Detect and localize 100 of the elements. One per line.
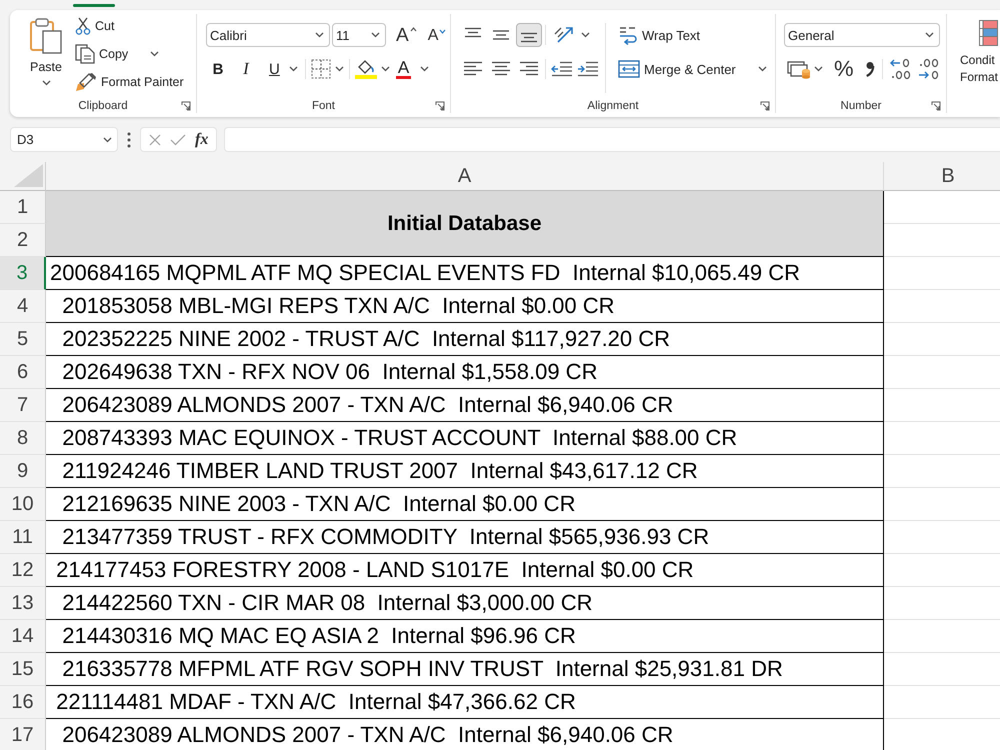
dialog-launcher-icon[interactable] — [931, 100, 941, 110]
formula-input[interactable] — [224, 127, 1000, 152]
table-cell: 206423089 ALMONDS 2007 - TXN A/C Internal $6,940.06 CR — [46, 389, 884, 422]
row-header[interactable]: 5 — [0, 323, 46, 356]
shrink-font-button[interactable]: A — [424, 23, 450, 47]
slanted-arrow-icon — [553, 25, 575, 45]
chevron-down-icon — [288, 66, 298, 72]
table-cell: 216335778 MFPML ATF RGV SOPH INV TRUST Internal $25,931.81 DR — [46, 653, 884, 686]
dialog-launcher-icon[interactable] — [760, 100, 770, 110]
outdent-icon — [551, 61, 573, 77]
table-cell: 211924246 TIMBER LAND TRUST 2007 Internal $43,617.12 CR — [46, 455, 884, 488]
wrap-arrow-icon — [618, 25, 638, 45]
row-header[interactable]: 9 — [0, 455, 46, 488]
borders-icon — [310, 59, 331, 79]
chevron-down-icon — [150, 51, 160, 57]
indent-icon — [577, 61, 599, 77]
table-cell: 202649638 TXN - RFX NOV 06 Internal $1,558.09 CR — [46, 356, 884, 389]
table-cell: 214177453 FORESTRY 2008 - LAND S1017E Internal $0.00 CR — [46, 554, 884, 587]
row-header[interactable]: 7 — [0, 389, 46, 422]
copy-button[interactable]: Copy — [71, 42, 188, 66]
group-label: Alignment — [587, 100, 639, 112]
table-cell: 200684165 MQPML ATF MQ SPECIAL EVENTS FD Internal $10,065.49 CR — [46, 257, 884, 290]
borders-button[interactable] — [308, 57, 346, 81]
group-label: Font — [312, 100, 335, 112]
paint-bucket-icon — [354, 59, 377, 79]
font-color-button[interactable]: A — [392, 57, 432, 81]
wrap-text-button[interactable]: Wrap Text — [615, 23, 704, 47]
conditional-formatting-button[interactable]: Condit Format — [960, 14, 998, 86]
chevron-down-icon — [925, 32, 934, 38]
money-icon — [787, 59, 811, 79]
increase-decimal-icon — [888, 58, 912, 80]
merged-header-cell: Initial Database — [46, 191, 884, 257]
selected-tab-indicator — [73, 4, 115, 7]
chevron-down-icon — [42, 80, 50, 86]
table-cell: 214430316 MQ MAC EQ ASIA 2 Internal $96.96 CR — [46, 620, 884, 653]
font-size-dropdown[interactable]: 11 — [332, 23, 386, 47]
chevron-down-icon — [814, 66, 823, 72]
grow-font-button[interactable]: A — [393, 23, 420, 47]
row-header[interactable]: 15 — [0, 653, 46, 686]
row-header[interactable]: 17 — [0, 719, 46, 750]
table-cell: 202352225 NINE 2002 - TRUST A/C Internal $117,927.20 CR — [46, 323, 884, 356]
align-left-icon — [463, 61, 483, 77]
row-header[interactable]: 16 — [0, 686, 46, 719]
row-header[interactable]: 14 — [0, 620, 46, 653]
brush-icon — [75, 72, 97, 92]
chevron-down-icon — [758, 66, 767, 72]
bold-button[interactable]: B — [206, 57, 230, 81]
chevron-down-icon — [581, 32, 590, 38]
name-box[interactable]: D3 — [10, 127, 118, 152]
number-format-dropdown[interactable]: General — [784, 23, 940, 47]
font-name-dropdown[interactable]: Calibri — [206, 23, 330, 47]
row-header[interactable]: 6 — [0, 356, 46, 389]
table-cell: 201853058 MBL-MGI REPS TXN A/C Internal $0.00 CR — [46, 290, 884, 323]
table-cell: 221114481 MDAF - TXN A/C Internal $47,366.62 CR — [46, 686, 884, 719]
insert-function-button[interactable]: fx — [195, 130, 208, 148]
chevron-down-icon — [334, 66, 344, 72]
table-cell: 206423089 ALMONDS 2007 - TXN A/C Internal $6,940.06 CR — [46, 719, 884, 750]
dialog-launcher-icon[interactable] — [435, 100, 445, 110]
align-bottom-button[interactable] — [516, 23, 542, 47]
align-right-icon — [519, 61, 539, 77]
group-label: Number — [840, 100, 882, 112]
table-cell: 214422560 TXN - CIR MAR 08 Internal $3,000.00 CR — [46, 587, 884, 620]
group-label: Clipboard — [78, 100, 128, 112]
scissors-icon — [75, 17, 91, 35]
table-cell: 212169635 NINE 2003 - TXN A/C Internal $0.00 CR — [46, 488, 884, 521]
chevron-down-icon — [420, 66, 430, 72]
cut-button[interactable]: Cut — [71, 14, 188, 38]
row-header[interactable]: 13 — [0, 587, 46, 620]
row-header[interactable]: 2 — [0, 224, 46, 257]
row-header[interactable]: 11 — [0, 521, 46, 554]
dialog-launcher-icon[interactable] — [181, 100, 191, 110]
check-icon[interactable] — [170, 134, 186, 146]
chevron-down-icon — [371, 32, 380, 38]
row-header[interactable]: 12 — [0, 554, 46, 587]
align-center-icon — [491, 61, 511, 77]
copy-icon — [75, 44, 95, 64]
caret-down-icon — [439, 29, 446, 34]
italic-button[interactable]: I — [234, 57, 258, 81]
chevron-down-icon — [103, 136, 112, 142]
format-painter-button[interactable]: Format Painter — [71, 70, 188, 94]
column-header[interactable]: A — [46, 162, 884, 191]
paste-button[interactable]: Paste — [26, 14, 66, 98]
more-icon — [127, 132, 131, 148]
comma-icon — [864, 61, 875, 77]
close-icon[interactable] — [148, 134, 161, 146]
row-header[interactable]: 4 — [0, 290, 46, 323]
column-header[interactable]: B — [884, 162, 1000, 191]
merge-cells-icon — [618, 60, 640, 78]
percent-button[interactable]: % — [830, 57, 858, 81]
clipboard-icon — [30, 18, 62, 54]
row-header[interactable]: 1 — [0, 191, 46, 224]
row-header[interactable]: 10 — [0, 488, 46, 521]
caret-up-icon — [410, 27, 417, 32]
chevron-down-icon — [315, 32, 324, 38]
underline-button[interactable]: U — [262, 57, 302, 81]
table-cell: 208743393 MAC EQUINOX - TRUST ACCOUNT Internal $88.00 CR — [46, 422, 884, 455]
row-header[interactable]: 8 — [0, 422, 46, 455]
merge-center-button[interactable]: Merge & Center — [615, 57, 770, 81]
row-header[interactable]: 3 — [0, 257, 46, 290]
chevron-down-icon — [380, 66, 390, 72]
